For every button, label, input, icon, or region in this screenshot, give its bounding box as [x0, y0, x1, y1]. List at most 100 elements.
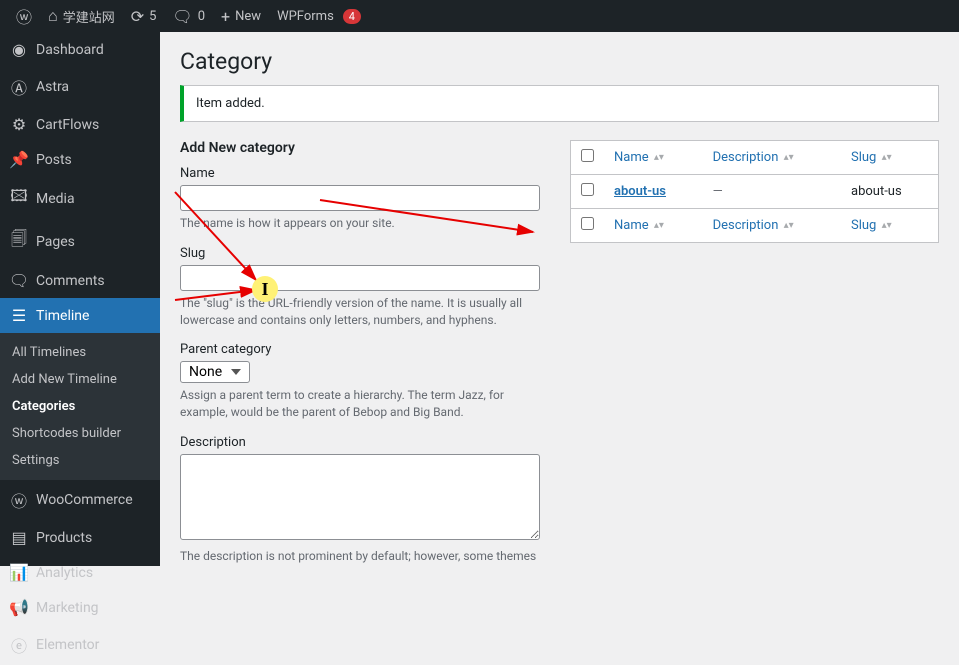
menu-label: Products — [36, 530, 92, 546]
field-parent: Parent category None Assign a parent ter… — [180, 342, 540, 421]
select-all-checkbox-footer[interactable] — [581, 217, 594, 230]
plus-icon: + — [221, 7, 230, 26]
refresh-icon: ⟳ — [131, 7, 144, 26]
wpforms-link[interactable]: WPForms 4 — [269, 0, 369, 32]
page-icon: 🗐 — [10, 228, 28, 255]
main-content: Category Item added. Add New category Na… — [160, 32, 959, 566]
notice-text: Item added. — [196, 96, 265, 111]
wordpress-icon: ⓦ — [16, 4, 32, 28]
row-checkbox[interactable] — [581, 183, 594, 196]
sort-icon: ▴▾ — [882, 155, 892, 161]
menu-label: WooCommerce — [36, 492, 133, 508]
menu-media[interactable]: 🖾 Media — [0, 177, 160, 220]
menu-dashboard[interactable]: ◉ Dashboard — [0, 32, 160, 67]
submenu-add-new-timeline[interactable]: Add New Timeline — [0, 366, 160, 393]
elementor-icon: ⓔ — [10, 633, 28, 657]
menu-label: Dashboard — [36, 42, 104, 58]
description-textarea[interactable] — [180, 454, 540, 540]
comments-count: 0 — [198, 9, 205, 24]
dashboard-icon: ◉ — [10, 40, 28, 59]
add-category-form: Add New category Name The name is how it… — [180, 140, 540, 566]
col-slug-footer[interactable]: Slug ▴▾ — [841, 209, 939, 243]
menu-pages[interactable]: 🗐 Pages — [0, 220, 160, 263]
comment-icon: 🗨 — [10, 271, 28, 290]
table-row: about-us — about-us — [571, 175, 939, 209]
page-title: Category — [180, 48, 939, 75]
menu-label: Pages — [36, 234, 75, 250]
sort-icon: ▴▾ — [784, 155, 794, 161]
timeline-submenu: All Timelines Add New Timeline Categorie… — [0, 333, 160, 480]
wp-logo[interactable]: ⓦ — [8, 0, 40, 32]
products-icon: ▤ — [10, 528, 28, 547]
updates-link[interactable]: ⟳5 — [123, 0, 165, 32]
col-slug[interactable]: Slug ▴▾ — [841, 141, 939, 175]
sort-icon: ▴▾ — [654, 223, 664, 229]
comments-link[interactable]: 🗨0 — [164, 0, 213, 32]
site-link[interactable]: ⌂学建站网 — [40, 0, 123, 32]
menu-analytics[interactable]: 📊Analytics — [0, 555, 160, 590]
sort-icon: ▴▾ — [784, 223, 794, 229]
menu-label: Comments — [36, 273, 105, 289]
description-help: The description is not prominent by defa… — [180, 548, 540, 566]
menu-products[interactable]: ▤ Products — [0, 520, 160, 555]
astra-icon: Ⓐ — [10, 75, 28, 99]
field-slug: Slug The "slug" is the URL-friendly vers… — [180, 246, 540, 329]
col-description[interactable]: Description ▴▾ — [703, 141, 841, 175]
slug-label: Slug — [180, 246, 540, 261]
admin-bar: ⓦ ⌂学建站网 ⟳5 🗨0 +New WPForms4 — [0, 0, 959, 32]
new-link[interactable]: + New — [213, 0, 269, 32]
name-label: Name — [180, 166, 540, 181]
name-input[interactable] — [180, 185, 540, 211]
pin-icon: 📌 — [10, 150, 28, 169]
wpforms-badge: 4 — [343, 9, 361, 24]
new-label: New — [235, 9, 261, 24]
menu-woocommerce[interactable]: ⓦ WooCommerce — [0, 480, 160, 520]
menu-comments[interactable]: 🗨 Comments — [0, 263, 160, 298]
form-heading: Add New category — [180, 140, 540, 156]
row-slug: about-us — [841, 175, 939, 209]
home-icon: ⌂ — [48, 6, 58, 26]
menu-cartflows[interactable]: ⚙ CartFlows — [0, 107, 160, 142]
comment-icon: 🗨 — [172, 7, 192, 26]
slug-input[interactable] — [180, 265, 540, 291]
menu-label: CartFlows — [36, 117, 99, 133]
col-name-footer[interactable]: Name ▴▾ — [604, 209, 703, 243]
menu-label: Elementor — [36, 637, 99, 653]
woo-icon: ⓦ — [10, 488, 28, 512]
menu-posts[interactable]: 📌 Posts — [0, 142, 160, 177]
row-name-link[interactable]: about-us — [614, 184, 666, 199]
slug-help: The "slug" is the URL-friendly version o… — [180, 295, 540, 329]
cartflows-icon: ⚙ — [10, 115, 28, 134]
col-description-footer[interactable]: Description ▴▾ — [703, 209, 841, 243]
menu-label: Media — [36, 191, 75, 207]
menu-label: Posts — [36, 152, 72, 168]
menu-elementor[interactable]: ⓔ Elementor — [0, 625, 160, 665]
success-notice: Item added. — [180, 85, 939, 122]
updates-count: 5 — [149, 9, 156, 24]
wpforms-label: WPForms — [277, 9, 334, 24]
sort-icon: ▴▾ — [654, 155, 664, 161]
field-description: Description The description is not promi… — [180, 435, 540, 566]
submenu-settings[interactable]: Settings — [0, 447, 160, 474]
submenu-shortcodes-builder[interactable]: Shortcodes builder — [0, 420, 160, 447]
admin-sidebar: ◉ Dashboard Ⓐ Astra ⚙ CartFlows 📌 Posts 🖾 Med… — [0, 32, 160, 566]
menu-label: Analytics — [36, 565, 93, 581]
submenu-categories[interactable]: Categories — [0, 393, 160, 420]
parent-label: Parent category — [180, 342, 540, 357]
categories-table-wrap: Name ▴▾ Description ▴▾ Slug ▴▾ about-us … — [570, 140, 939, 566]
sort-icon: ▴▾ — [882, 223, 892, 229]
menu-timeline[interactable]: ☰Timeline — [0, 298, 160, 333]
menu-label: Astra — [36, 79, 69, 95]
menu-label: Marketing — [36, 600, 99, 616]
submenu-all-timelines[interactable]: All Timelines — [0, 339, 160, 366]
menu-astra[interactable]: Ⓐ Astra — [0, 67, 160, 107]
select-all-checkbox[interactable] — [581, 149, 594, 162]
timeline-icon: ☰ — [10, 306, 28, 325]
parent-select[interactable]: None — [180, 361, 250, 383]
menu-marketing[interactable]: 📢 Marketing — [0, 590, 160, 625]
col-name[interactable]: Name ▴▾ — [604, 141, 703, 175]
marketing-icon: 📢 — [10, 598, 28, 617]
media-icon: 🖾 — [10, 185, 28, 212]
categories-table: Name ▴▾ Description ▴▾ Slug ▴▾ about-us … — [570, 140, 939, 243]
field-name: Name The name is how it appears on your … — [180, 166, 540, 232]
